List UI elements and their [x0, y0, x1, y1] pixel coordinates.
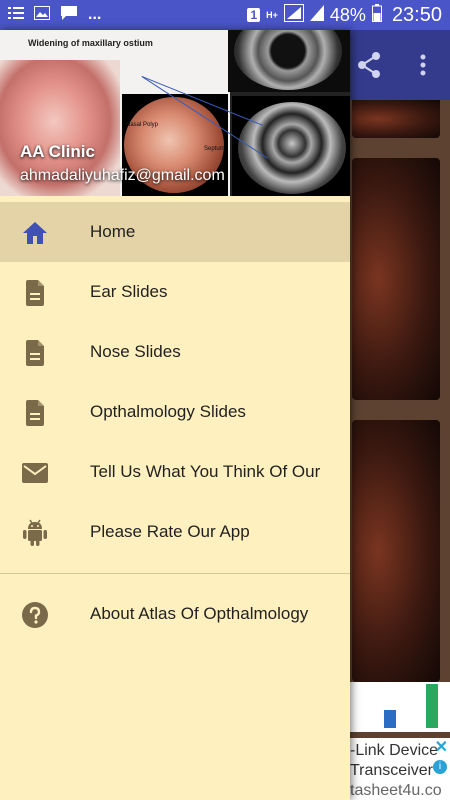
battery-percent: 48%: [329, 4, 366, 25]
battery-icon: [371, 3, 382, 27]
nav-item-label: About Atlas Of Opthalmology: [90, 604, 309, 623]
signal-icon: [283, 3, 304, 27]
ct-scan-image: [228, 30, 350, 92]
nav-item-label: Tell Us What You Think Of Our: [90, 462, 321, 481]
slide-card[interactable]: [352, 420, 440, 682]
nav-item-label: Please Rate Our App: [90, 522, 250, 541]
more-dots-icon: ...: [88, 6, 102, 23]
menu-icon: [8, 6, 24, 25]
nav-item-opthalmology-slides[interactable]: Opthalmology Slides: [0, 382, 350, 442]
drawer-header: Widening of maxillary ostium Nasal Polyp…: [0, 30, 350, 196]
endo-label: Septum: [204, 146, 225, 152]
document-icon: [22, 400, 48, 426]
endo-label: Nasal Polyp: [126, 122, 159, 128]
home-icon: [22, 220, 48, 246]
nav-item-ear-slides[interactable]: Ear Slides: [0, 262, 350, 322]
overflow-menu-icon[interactable]: [406, 48, 440, 82]
nav-item-label: Ear Slides: [90, 282, 168, 301]
status-right-icons: 1 H+ 48% 23:50: [247, 3, 442, 27]
android-icon: [22, 519, 48, 546]
sim-badge: 1: [247, 8, 261, 22]
signal-2-icon: [309, 4, 324, 26]
slide-card[interactable]: [352, 158, 440, 400]
ad-line: tasheet4u.co: [350, 782, 442, 799]
network-type: H+: [266, 10, 278, 20]
nav-item-nose-slides[interactable]: Nose Slides: [0, 322, 350, 382]
menu-divider: [0, 573, 350, 574]
slide-card[interactable]: [352, 100, 440, 138]
account-name: AA Clinic: [20, 142, 95, 161]
image-icon: [34, 5, 50, 25]
document-icon: [22, 340, 48, 366]
nav-item-label: Nose Slides: [90, 342, 181, 361]
share-icon[interactable]: [352, 48, 386, 82]
ad-banner[interactable]: -Link Device Transceiver tasheet4u.co ✕ …: [350, 738, 450, 800]
chat-icon: [60, 5, 78, 26]
help-icon: [22, 602, 48, 628]
drawer-menu: Home Ear Slides Nose Slides Opthalmology…: [0, 196, 350, 644]
info-icon[interactable]: i: [433, 760, 447, 774]
mail-icon: [22, 460, 48, 486]
status-left-icons: ...: [8, 5, 101, 26]
close-icon[interactable]: ✕: [435, 738, 448, 758]
nav-item-home[interactable]: Home: [0, 202, 350, 262]
account-email: ahmadaliyuhafiz@gmail.com: [20, 167, 225, 184]
nav-item-rate-app[interactable]: Please Rate Our App: [0, 502, 350, 562]
nav-item-about[interactable]: About Atlas Of Opthalmology: [0, 584, 350, 644]
navigation-drawer: Widening of maxillary ostium Nasal Polyp…: [0, 30, 350, 800]
status-bar: ... 1 H+ 48% 23:50: [0, 0, 450, 30]
nav-item-label: Home: [90, 222, 136, 241]
header-image-caption: Widening of maxillary ostium: [28, 38, 153, 48]
nav-item-label: Opthalmology Slides: [90, 402, 246, 421]
document-icon: [22, 280, 48, 306]
ad-chart-image: [350, 682, 450, 732]
nav-item-feedback[interactable]: Tell Us What You Think Of Our: [0, 442, 350, 502]
clock: 23:50: [391, 3, 442, 26]
